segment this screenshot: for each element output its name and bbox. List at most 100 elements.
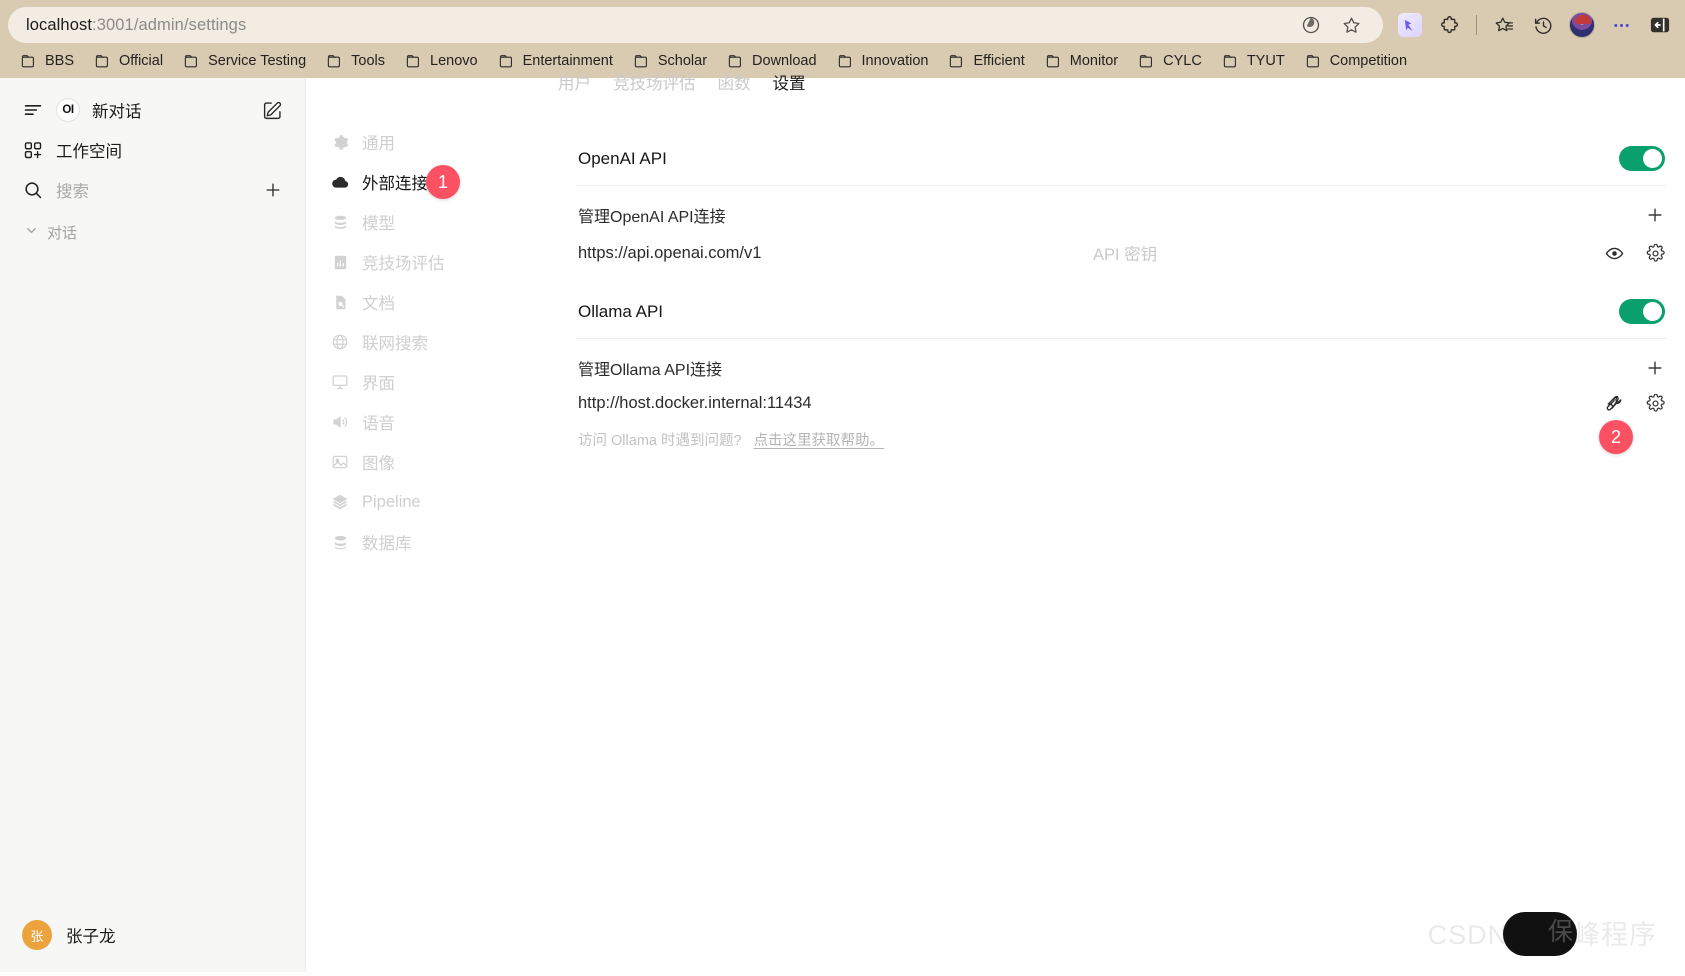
tab-evaluations[interactable]: 竞技场评估 (613, 70, 696, 94)
bookmark-item[interactable]: BBS (12, 49, 83, 73)
omnibox[interactable]: localhost:3001/admin/settings (8, 7, 1383, 43)
bookmark-label: Scholar (657, 53, 708, 69)
eye-visibility-icon[interactable] (1605, 244, 1624, 263)
bookmark-item[interactable]: Lenovo (397, 49, 487, 73)
compose-new-chat-icon[interactable] (262, 100, 283, 121)
profile-avatar-icon[interactable] (1565, 8, 1599, 42)
ollama-api-toggle[interactable] (1619, 299, 1665, 324)
toolbar-divider (1476, 15, 1477, 35)
sidebar-toggle-icon[interactable] (22, 99, 44, 121)
collapse-sidebar-icon[interactable] (1643, 8, 1677, 42)
workspace-label: 工作空间 (56, 143, 122, 161)
sidebar-item-search[interactable]: 搜索 (16, 170, 289, 210)
bookmark-item[interactable]: Competition (1297, 49, 1416, 73)
more-options-icon[interactable] (1604, 8, 1638, 42)
settings-nav-item-database[interactable]: 数据库 (330, 522, 536, 562)
settings-nav-item-connections[interactable]: 外部连接 1 (330, 162, 536, 202)
settings-content: 用户 竞技场评估 函数 设置 OpenAI API 管理OpenAI API连接… (536, 75, 1685, 972)
bookmark-item[interactable]: Innovation (829, 49, 938, 73)
monitor-icon (330, 372, 350, 392)
url-path: :3001/admin/settings (92, 15, 247, 34)
ollama-base-url-input[interactable]: http://host.docker.internal:11434 (578, 394, 1605, 413)
settings-nav-label: 模型 (362, 215, 395, 233)
edge-copilot-icon[interactable] (1299, 13, 1323, 37)
star-favorite-icon[interactable] (1339, 13, 1363, 37)
openai-api-key-input[interactable]: API 密钥 (1093, 241, 1605, 265)
settings-nav-item-audio[interactable]: 语音 (330, 402, 536, 442)
openai-api-header: OpenAI API (576, 144, 1667, 186)
step-badge-2: 2 (1599, 420, 1633, 454)
bookmark-item[interactable]: Tools (318, 49, 394, 73)
gear-settings-icon[interactable] (1646, 394, 1665, 413)
sidebar-group-chats[interactable]: 对话 (16, 210, 289, 243)
sidebar-user-profile[interactable]: 张 张子龙 (0, 906, 305, 972)
openai-base-url-input[interactable]: https://api.openai.com/v1 (578, 244, 1093, 263)
add-ollama-connection-button[interactable] (1645, 358, 1665, 378)
ollama-help-link[interactable]: 点击这里获取帮助。 (754, 429, 885, 450)
settings-nav-label: Pipeline (362, 492, 421, 511)
bookmark-label: Competition (1329, 53, 1408, 69)
ollama-help-line: 访问 Ollama 时遇到问题? 点击这里获取帮助。 (576, 417, 1667, 450)
browser-toolbar-icons (1383, 8, 1677, 42)
ollama-manage-label: 管理Ollama API连接 (578, 362, 723, 379)
openai-row-icons (1605, 243, 1665, 263)
globe-icon (330, 332, 350, 352)
settings-nav-item-images[interactable]: 图像 (330, 442, 536, 482)
history-icon[interactable] (1526, 8, 1560, 42)
watermark-overlay-text: 保 (1547, 918, 1573, 946)
bookmark-label: Tools (351, 53, 385, 69)
database-icon (330, 212, 350, 232)
settings-nav-item-web-search[interactable]: 联网搜索 (330, 322, 536, 362)
address-bar-row: localhost:3001/admin/settings (0, 4, 1685, 46)
app-root: OI 新对话 工作空间 搜索 对话 张 张子龙 通用 外部连接 1 模型 竞技场… (0, 75, 1685, 972)
bookmark-item[interactable]: Service Testing (175, 49, 315, 73)
bookmark-label: Entertainment (522, 53, 613, 69)
add-folder-icon[interactable] (263, 180, 283, 200)
bookmark-item[interactable]: TYUT (1214, 49, 1294, 73)
chart-bar-icon (330, 252, 350, 272)
document-search-icon (330, 292, 350, 312)
settings-nav-item-interface[interactable]: 界面 (330, 362, 536, 402)
bookmark-item[interactable]: Monitor (1037, 49, 1127, 73)
url-text[interactable]: localhost:3001/admin/settings (26, 16, 1299, 35)
tab-users[interactable]: 用户 (558, 70, 591, 94)
tab-functions[interactable]: 函数 (718, 70, 751, 94)
extension-blue-icon[interactable] (1393, 8, 1427, 42)
openai-api-toggle[interactable] (1619, 146, 1665, 171)
ollama-connection-row: http://host.docker.internal:11434 2 (576, 386, 1667, 454)
settings-nav-item-general[interactable]: 通用 (330, 122, 536, 162)
bookmark-label: BBS (45, 53, 75, 69)
sidebar-top: OI 新对话 工作空间 搜索 对话 (0, 78, 305, 243)
wrench-icon[interactable] (1605, 394, 1624, 413)
openai-connection-row: https://api.openai.com/v1 API 密钥 (576, 233, 1667, 269)
add-openai-connection-button[interactable] (1645, 205, 1665, 225)
watermark-overlay-blob (1503, 912, 1577, 956)
bookmark-item[interactable]: CYLC (1130, 49, 1211, 73)
sidebar-item-workspace[interactable]: 工作空间 (16, 130, 289, 170)
settings-nav-item-models[interactable]: 模型 (330, 202, 536, 242)
gear-settings-icon[interactable] (1646, 243, 1665, 263)
puzzle-extensions-icon[interactable] (1432, 8, 1466, 42)
bookmark-item[interactable]: Official (86, 49, 172, 73)
bookmark-item[interactable]: Efficient (940, 49, 1033, 73)
settings-nav-label: 界面 (362, 375, 395, 393)
bookmarks-bar: BBS Official Service Testing Tools Lenov… (0, 46, 1685, 78)
favorites-list-icon[interactable] (1487, 8, 1521, 42)
tab-settings[interactable]: 设置 (773, 70, 806, 94)
bookmark-label: Monitor (1069, 53, 1119, 69)
bookmark-label: Service Testing (208, 53, 307, 69)
settings-nav-item-pipeline[interactable]: Pipeline (330, 482, 536, 522)
bookmark-label: TYUT (1246, 53, 1285, 69)
avatar: 张 (22, 920, 52, 950)
chats-group-label: 对话 (47, 225, 78, 242)
layers-icon (330, 492, 350, 512)
ollama-api-block: Ollama API 管理Ollama API连接 http://host.do… (576, 297, 1667, 454)
sidebar-item-new-chat[interactable]: OI 新对话 (16, 90, 289, 130)
settings-nav: 通用 外部连接 1 模型 竞技场评估 文档 联网搜索 界面 语音 图像 Pipe… (306, 78, 536, 972)
url-host: localhost (26, 15, 93, 34)
settings-nav-item-documents[interactable]: 文档 (330, 282, 536, 322)
gear-icon (330, 132, 350, 152)
settings-nav-item-evaluations[interactable]: 竞技场评估 (330, 242, 536, 282)
search-input[interactable]: 搜索 (56, 178, 251, 202)
